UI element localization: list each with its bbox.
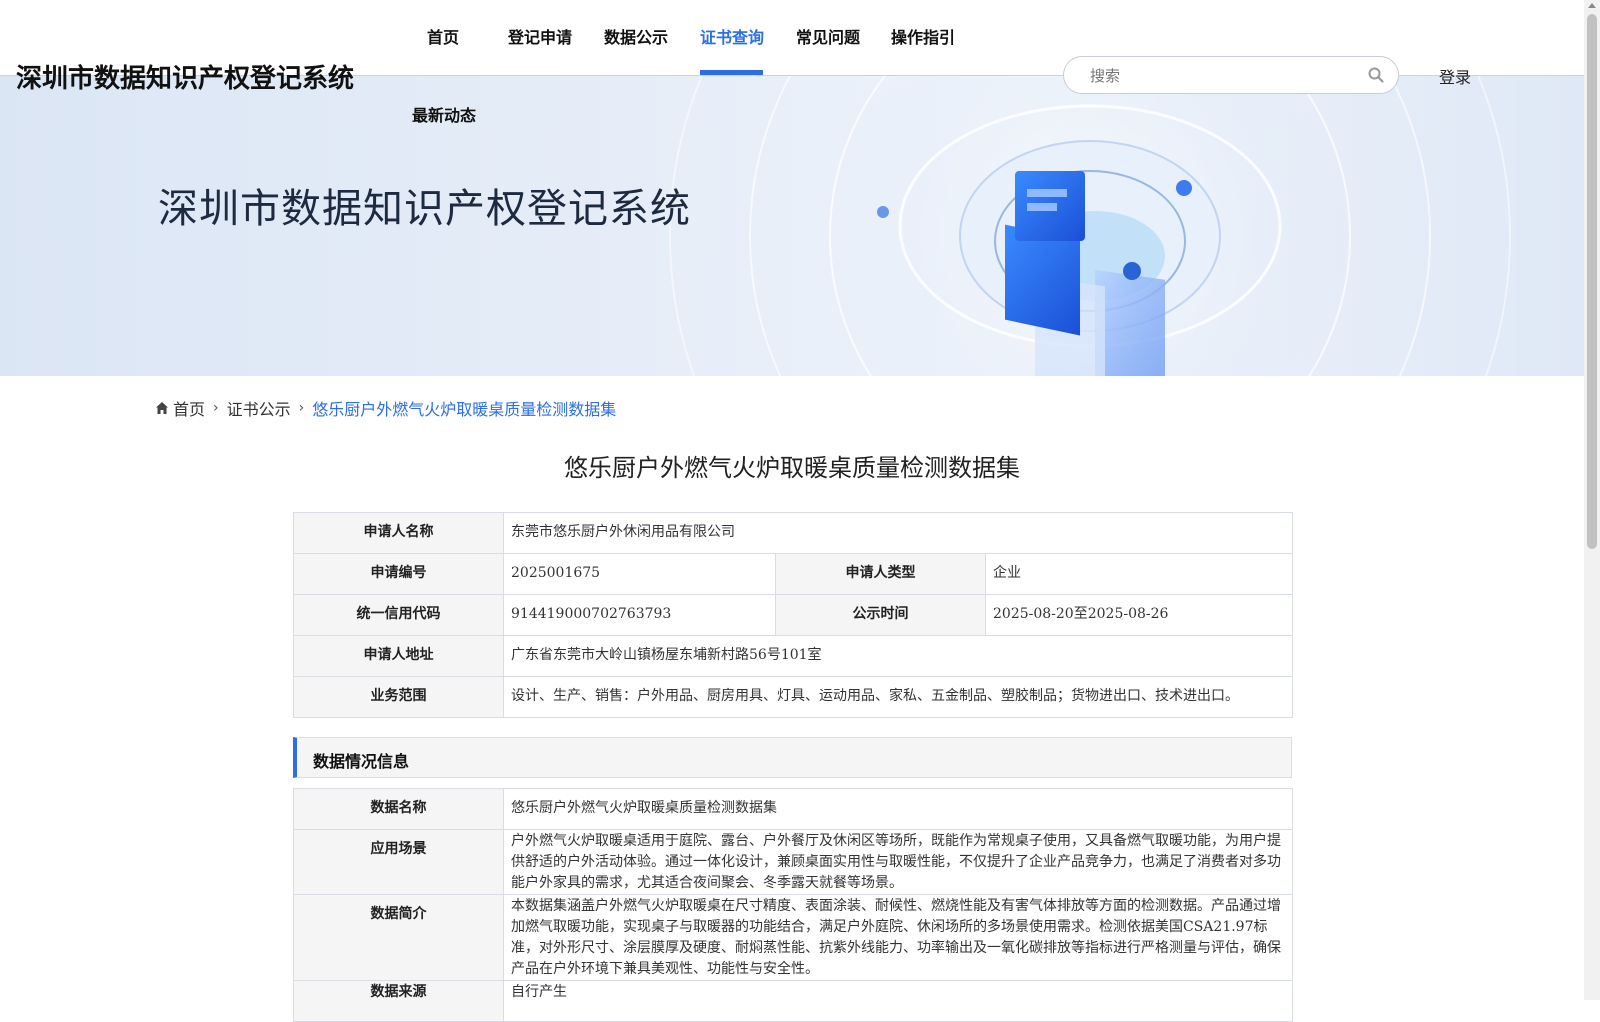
nav-certificate-query[interactable]: 证书查询 [700, 24, 764, 48]
applicant-address-value: 广东省东莞市大岭山镇杨屋东埔新村路56号101室 [502, 635, 1294, 677]
login-link[interactable]: 登录 [1439, 64, 1471, 88]
applicant-type-value: 企业 [984, 553, 1294, 595]
application-scene-label: 应用场景 [293, 829, 504, 895]
search-icon[interactable] [1368, 67, 1384, 83]
applicant-address-label: 申请人地址 [293, 635, 504, 677]
publish-time-label: 公示时间 [775, 594, 986, 636]
data-info-section-heading: 数据情况信息 [293, 737, 1292, 778]
banner-title: 深圳市数据知识产权登记系统 [158, 186, 691, 232]
applicant-name-label: 申请人名称 [293, 512, 504, 554]
breadcrumb-current: 悠乐厨户外燃气火炉取暖桌质量检测数据集 [312, 400, 617, 419]
data-intro-label: 数据简介 [293, 894, 504, 981]
data-name-value: 悠乐厨户外燃气火炉取暖桌质量检测数据集 [503, 788, 1293, 830]
chevron-right-icon: › [213, 400, 219, 416]
table-row: 应用场景 户外燃气火炉取暖桌适用于庭院、露台、户外餐厅及休闲区等场所，既能作为常… [293, 829, 1293, 895]
applicant-info-table: 申请人名称 东莞市悠乐厨户外休闲用品有限公司 申请编号 2025001675 申… [293, 512, 1294, 718]
nav-registration-apply[interactable]: 登记申请 [508, 24, 572, 48]
nav-data-publicity[interactable]: 数据公示 [604, 24, 668, 48]
table-row: 业务范围 设计、生产、销售：户外用品、厨房用具、灯具、运动用品、家私、五金制品、… [293, 676, 1294, 718]
search-box[interactable] [1063, 56, 1399, 94]
credit-code-value: 914419000702763793 [503, 594, 776, 636]
breadcrumb-home[interactable]: 首页 [173, 396, 205, 420]
table-row: 数据简介 本数据集涵盖户外燃气火炉取暖桌在尺寸精度、表面涂装、耐候性、燃烧性能及… [293, 894, 1293, 981]
table-row: 申请人地址 广东省东莞市大岭山镇杨屋东埔新村路56号101室 [293, 635, 1294, 677]
table-row: 申请编号 2025001675 申请人类型 企业 [293, 553, 1294, 595]
chevron-right-icon: › [298, 400, 305, 416]
data-info-table: 数据名称 悠乐厨户外燃气火炉取暖桌质量检测数据集 应用场景 户外燃气火炉取暖桌适… [293, 788, 1293, 1022]
breadcrumb: 首页 › 证书公示 › 悠乐厨户外燃气火炉取暖桌质量检测数据集 [155, 396, 616, 420]
publish-time-value: 2025-08-20至2025-08-26 [984, 594, 1294, 636]
applicant-type-label: 申请人类型 [775, 553, 986, 595]
scroll-up-arrow-icon[interactable] [1588, 3, 1596, 8]
nav-faq[interactable]: 常见问题 [796, 24, 860, 48]
nav-home[interactable]: 首页 [427, 24, 459, 48]
nav-guide[interactable]: 操作指引 [891, 24, 955, 48]
search-input[interactable] [1088, 65, 1352, 87]
business-scope-label: 业务范围 [293, 676, 504, 718]
data-source-value: 自行产生 [503, 980, 1293, 1022]
table-row: 申请人名称 东莞市悠乐厨户外休闲用品有限公司 [293, 512, 1294, 554]
table-row: 数据名称 悠乐厨户外燃气火炉取暖桌质量检测数据集 [293, 788, 1293, 830]
data-intro-value: 本数据集涵盖户外燃气火炉取暖桌在尺寸精度、表面涂装、耐候性、燃烧性能及有害气体排… [503, 894, 1293, 981]
credit-code-label: 统一信用代码 [293, 594, 504, 636]
breadcrumb-certificate-publicity[interactable]: 证书公示 [227, 396, 291, 420]
hero-banner: 深圳市数据知识产权登记系统 [0, 76, 1584, 376]
page-scrollbar[interactable] [1584, 0, 1600, 1000]
data-name-label: 数据名称 [293, 788, 504, 830]
scrollbar-thumb[interactable] [1587, 14, 1597, 549]
nav-latest-news[interactable]: 最新动态 [412, 102, 476, 126]
application-number-label: 申请编号 [293, 553, 504, 595]
application-scene-value: 户外燃气火炉取暖桌适用于庭院、露台、户外餐厅及休闲区等场所，既能作为常规桌子使用… [503, 829, 1293, 895]
business-scope-value: 设计、生产、销售：户外用品、厨房用具、灯具、运动用品、家私、五金制品、塑胶制品；… [502, 676, 1294, 718]
site-title[interactable]: 深圳市数据知识产权登记系统 [16, 58, 354, 95]
table-row: 统一信用代码 914419000702763793 公示时间 2025-08-2… [293, 594, 1294, 636]
applicant-name-value: 东莞市悠乐厨户外休闲用品有限公司 [502, 512, 1294, 554]
nav-active-indicator [700, 70, 763, 75]
application-number-value: 2025001675 [503, 553, 776, 595]
page-title: 悠乐厨户外燃气火炉取暖桌质量检测数据集 [564, 454, 1020, 482]
home-icon [156, 402, 168, 414]
table-row: 数据来源 自行产生 [293, 980, 1293, 1022]
data-source-label: 数据来源 [293, 980, 504, 1022]
